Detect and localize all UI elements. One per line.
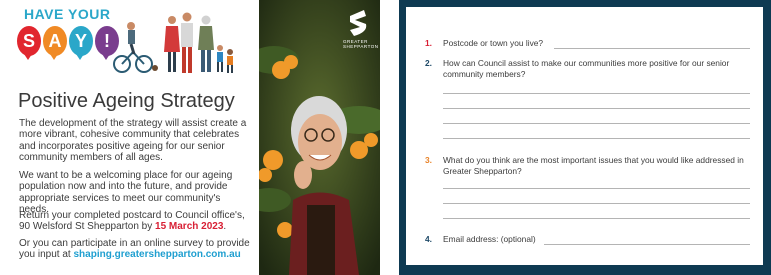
due-date: 15 March 2023 [155, 221, 224, 233]
man-figure [181, 12, 193, 73]
q2-answer-line[interactable] [443, 93, 750, 94]
woman-figure [164, 16, 180, 72]
have-your-say-logo: S A Y ! [17, 26, 121, 62]
q3-answer-line[interactable] [443, 203, 750, 204]
community-figures-illustration [113, 12, 233, 73]
say-letter-a: A [43, 26, 67, 60]
shepparton-s-icon [350, 10, 367, 36]
survey-form: 1. Postcode or town you live? 2. How can… [406, 7, 763, 265]
question-2-number: 2. [425, 58, 432, 68]
postcard-front: HAVE YOUR S A Y ! Positive Ageing Strate… [0, 0, 380, 275]
children-figures [217, 45, 233, 73]
return-instructions-end: . [223, 221, 227, 233]
say-letter-s: S [17, 26, 41, 60]
older-woman-figure [198, 15, 214, 72]
have-your-say-heading: HAVE YOUR [24, 6, 111, 22]
cyclist-figure [113, 22, 153, 73]
q2-answer-line[interactable] [443, 108, 750, 109]
page-title: Positive Ageing Strategy [18, 90, 235, 112]
q2-answer-line[interactable] [443, 123, 750, 124]
question-2-text: How can Council assist to make our commu… [443, 58, 730, 79]
front-text-panel: HAVE YOUR S A Y ! Positive Ageing Strate… [0, 0, 259, 275]
strategy-description: The development of the strategy will ass… [19, 118, 247, 164]
q3-answer-line[interactable] [443, 218, 750, 219]
question-3-text: What do you think are the most important… [443, 155, 744, 176]
question-3-number: 3. [425, 155, 432, 165]
senior-woman-photo: GREATER SHEPPARTON [259, 0, 380, 275]
online-survey-info: Or you can participate in an online surv… [19, 238, 251, 261]
greater-shepparton-logo: GREATER SHEPPARTON [343, 10, 379, 49]
question-1-text: Postcode or town you live? [443, 38, 544, 48]
email-answer-line[interactable] [544, 244, 750, 245]
survey-link[interactable]: shaping.greatershepparton.com.au [73, 249, 240, 260]
return-instructions: Return your completed postcard to Counci… [19, 210, 251, 233]
welcoming-statement: We want to be a welcoming place for our … [19, 170, 233, 216]
say-letter-y: Y [69, 26, 93, 60]
q3-answer-line[interactable] [443, 188, 750, 189]
postcard-back: 1. Postcode or town you live? 2. How can… [399, 0, 771, 275]
brand-name-line2: SHEPPARTON [343, 44, 379, 49]
question-4-number: 4. [425, 234, 432, 244]
q2-answer-line[interactable] [443, 138, 750, 139]
postcode-answer-line[interactable] [554, 48, 750, 49]
question-4-text: Email address: (optional) [443, 234, 536, 244]
question-1-number: 1. [425, 38, 432, 48]
